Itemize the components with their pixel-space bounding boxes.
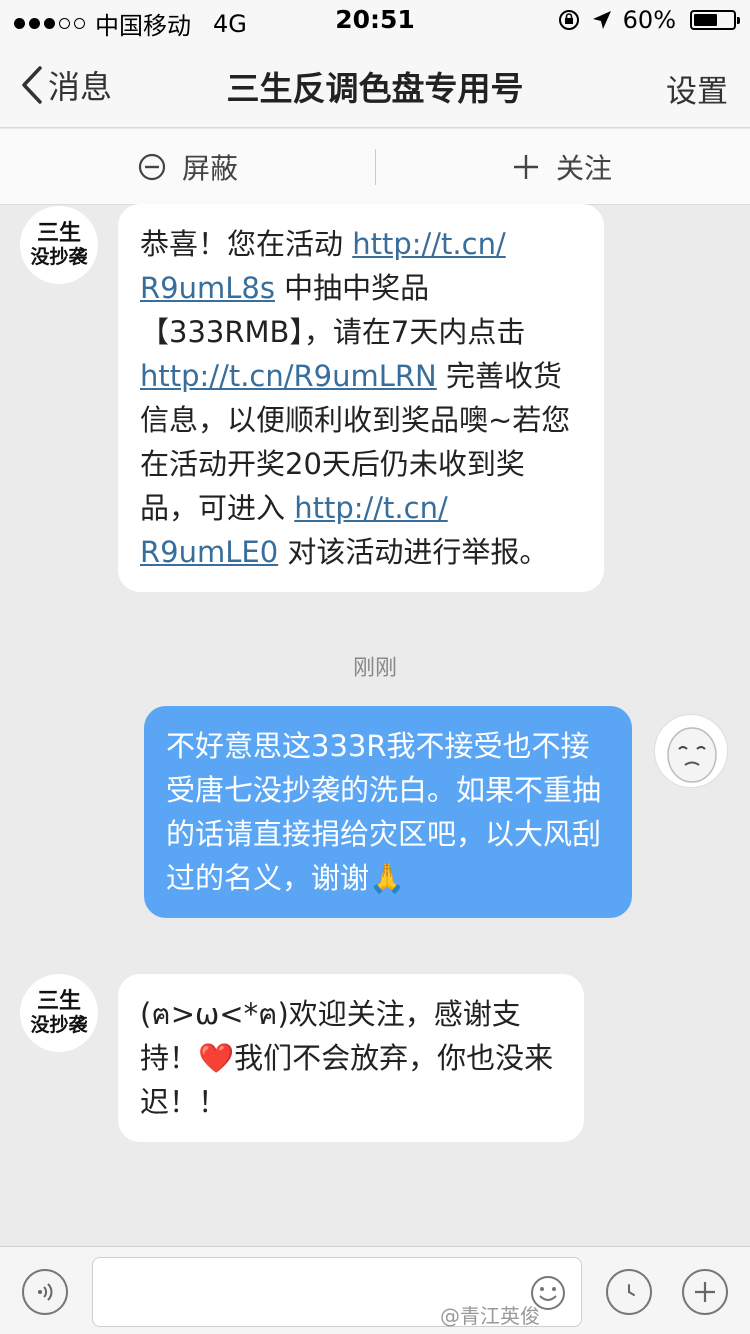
message-link[interactable]: R9umLE0 [140,535,278,569]
message-input-bar [0,1246,750,1334]
divider [375,149,376,185]
battery-icon [690,10,740,30]
sender-avatar[interactable]: 三生 没抄袭 [20,206,98,284]
message-timestamp: 刚刚 [352,656,397,681]
outgoing-message-bubble: 不好意思这333R我不接受也不接受唐七没抄袭的洗白。如果不重抽的话请直接捐给灾区… [144,706,632,918]
nav-bar: 消息 三生反调色盘专用号 设置 [0,40,750,128]
voice-icon [38,1283,53,1301]
more-button[interactable] [682,1269,728,1315]
sender-avatar[interactable]: 三生 没抄袭 [20,974,98,1052]
message-link[interactable]: http://t.cn/ [352,227,506,261]
incoming-message-bubble: 恭喜！您在活动 http://t.cn/R9umL8s 中抽中奖品【333RMB… [118,204,604,592]
page-title: 三生反调色盘专用号 [226,69,524,108]
voice-button[interactable] [22,1269,68,1315]
message-link[interactable]: http://t.cn/R9umLRN [140,359,437,393]
message-text: 对该活动进行举报。 [278,535,549,569]
message-text: (ฅ>ω<*ฅ)欢迎关注，感谢支持！❤️我们不会放弃，你也没来迟！！ [140,997,554,1119]
avatar-text-line2: 没抄袭 [30,1014,88,1036]
user-avatar[interactable] [654,714,728,788]
avatar-text-line1: 三生 [36,989,81,1014]
baby-face-avatar-icon [667,727,717,783]
avatar-text-line1: 三生 [36,221,81,246]
follow-label: 关注 [556,152,613,185]
block-icon [138,153,166,181]
message-text: 恭喜！您在活动 [140,227,353,261]
rotation-lock-icon [558,10,579,30]
battery-percent: 60% [622,6,676,34]
clock-icon [628,1284,635,1296]
settings-button[interactable]: 设置 [666,66,728,111]
block-label: 屏蔽 [182,152,239,185]
avatar-text-line2: 没抄袭 [30,246,88,268]
status-bar: 中国移动 4G 20:51 60% [0,0,750,40]
watermark: @青江英俊 [440,1304,540,1328]
account-action-bar: 屏蔽 关注 [0,129,750,205]
history-button[interactable] [606,1269,652,1315]
message-link[interactable]: http://t.cn/ [294,491,448,525]
plus-icon [695,1282,715,1302]
message-link[interactable]: R9umL8s [140,271,275,305]
plus-icon [514,155,538,179]
block-button[interactable]: 屏蔽 [138,147,238,187]
incoming-message-bubble: (ฅ>ω<*ฅ)欢迎关注，感谢支持！❤️我们不会放弃，你也没来迟！！ [118,974,584,1142]
message-text: 不好意思这333R我不接受也不接受唐七没抄袭的洗白。如果不重抽的话请直接捐给灾区… [166,729,602,895]
follow-button[interactable]: 关注 [512,147,612,187]
battery-level [694,14,717,26]
location-arrow-icon [592,11,611,29]
